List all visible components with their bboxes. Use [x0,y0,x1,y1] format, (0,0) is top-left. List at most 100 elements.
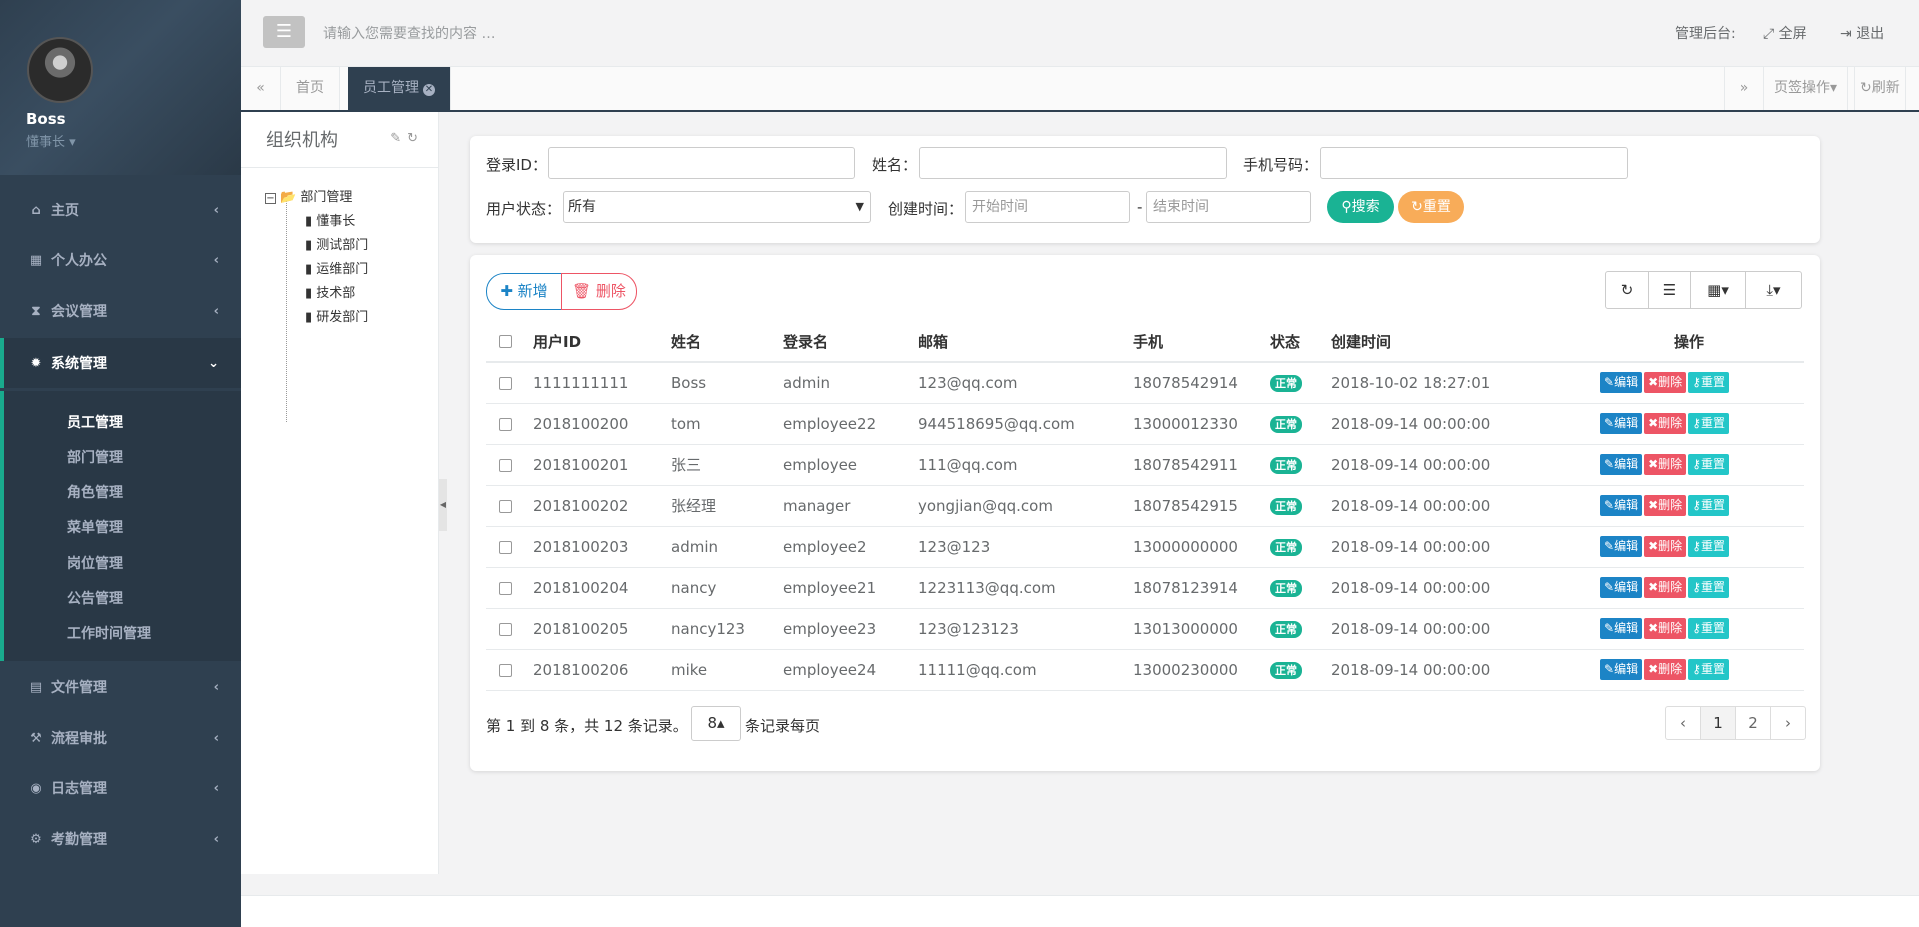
tree-node[interactable]: ▮ 技术部 [305,282,355,301]
select-all-checkbox[interactable] [499,335,512,348]
table-row[interactable]: 1111111111 Boss admin 123@qq.com 18078542914… [486,362,1804,404]
end-time-input[interactable]: 结束时间 [1146,191,1311,223]
table-row[interactable]: 2018100200 tom employee22 944518695@qq.com 1… [486,403,1804,445]
column-header-name[interactable]: 姓名 [671,321,783,363]
table-row[interactable]: 2018100206 mike employee24 11111@qq.com 1300… [486,649,1804,691]
search-button[interactable]: ⚲搜索 [1327,191,1394,223]
reset-password-button[interactable]: ⚷重置 [1688,577,1729,598]
profile-role-dropdown[interactable]: 懂事长 ▾ [26,131,76,150]
submenu-post[interactable]: 岗位管理 [67,553,123,573]
tree-node[interactable]: ▮ 测试部门 [305,234,368,253]
edit-row-button[interactable]: ✎编辑 [1600,536,1643,557]
login-id-input[interactable] [548,147,855,179]
column-header-created[interactable]: 创建时间 [1331,321,1574,363]
columns-dropdown-button[interactable]: ▦▾ [1690,271,1746,309]
submenu-employee[interactable]: 员工管理 [67,412,123,432]
tab-employee[interactable]: 员工管理 ✕ [348,67,451,110]
phone-input[interactable] [1320,147,1628,179]
page-1-button[interactable]: 1 [1700,706,1736,740]
next-page-button[interactable]: › [1770,706,1806,740]
delete-row-button[interactable]: ✖删除 [1644,372,1687,394]
reset-password-button[interactable]: ⚷重置 [1688,413,1729,434]
sidebar-item-meeting[interactable]: ⧗ 会议管理 ‹ [0,286,241,336]
delete-row-button[interactable]: ✖删除 [1644,536,1687,557]
delete-row-button[interactable]: ✖删除 [1644,454,1687,475]
tab-refresh-button[interactable]: ↻刷新 [1854,67,1906,110]
row-checkbox[interactable] [499,376,512,390]
fullscreen-button[interactable]: ⤢ 全屏 [1763,23,1807,43]
submenu-department[interactable]: 部门管理 [67,447,123,467]
delete-button[interactable]: 🗑 删除 [561,273,637,310]
delete-row-button[interactable]: ✖删除 [1644,659,1687,680]
submenu-worktime[interactable]: 工作时间管理 [67,623,151,643]
column-header-status[interactable]: 状态 [1270,321,1331,363]
row-checkbox[interactable] [499,458,512,472]
tree-node[interactable]: ▮ 运维部门 [305,258,368,277]
tab-ops-dropdown[interactable]: 页签操作▾ [1764,67,1849,110]
delete-row-button[interactable]: ✖删除 [1644,413,1687,434]
column-header-phone[interactable]: 手机 [1133,321,1270,363]
table-row[interactable]: 2018100201 张三 employee 111@qq.com 1807854291… [486,444,1804,486]
edit-row-button[interactable]: ✎编辑 [1600,372,1643,394]
sidebar-item-logs[interactable]: ◉ 日志管理 ‹ [0,763,241,813]
edit-row-button[interactable]: ✎编辑 [1600,495,1643,516]
column-header-email[interactable]: 邮箱 [918,321,1133,363]
column-header-login-name[interactable]: 登录名 [783,321,918,363]
submenu-menu[interactable]: 菜单管理 [67,517,123,537]
edit-row-button[interactable]: ✎编辑 [1600,577,1643,598]
refresh-table-button[interactable]: ↻ [1605,271,1649,309]
prev-page-button[interactable]: ‹ [1665,706,1701,740]
table-row[interactable]: 2018100204 nancy employee21 1223113@qq.com 1… [486,567,1804,609]
edit-row-button[interactable]: ✎编辑 [1600,413,1643,434]
name-input[interactable] [919,147,1227,179]
table-row[interactable]: 2018100203 admin employee2 123@123 130000000… [486,526,1804,568]
submenu-role[interactable]: 角色管理 [67,482,123,502]
edit-row-button[interactable]: ✎编辑 [1600,454,1643,475]
status-select[interactable]: 所有 ▼ [563,191,871,223]
submenu-notice[interactable]: 公告管理 [67,588,123,608]
logout-button[interactable]: ⇥ 退出 [1840,23,1884,43]
row-checkbox[interactable] [499,663,512,677]
column-header-user-id[interactable]: 用户ID [533,321,671,363]
row-checkbox[interactable] [499,540,512,554]
table-row[interactable]: 2018100202 张经理 manager yongjian@qq.com 18078… [486,485,1804,527]
reset-password-button[interactable]: ⚷重置 [1688,618,1729,639]
reset-button[interactable]: ↻重置 [1398,191,1464,223]
edit-row-button[interactable]: ✎编辑 [1600,659,1643,680]
tab-scroll-left-button[interactable]: « [241,67,281,110]
global-search-input[interactable]: 请输入您需要查找的内容 … [323,23,495,43]
refresh-icon[interactable]: ↻ [407,131,424,146]
reset-password-button[interactable]: ⚷重置 [1688,536,1729,557]
start-time-input[interactable]: 开始时间 [965,191,1130,223]
row-checkbox[interactable] [499,417,512,431]
edit-icon[interactable]: ✎ [390,131,407,146]
tree-node[interactable]: ▮ 懂事长 [305,210,355,229]
row-checkbox[interactable] [499,622,512,636]
sidebar-item-home[interactable]: ⌂ 主页 ‹ [0,185,241,235]
delete-row-button[interactable]: ✖删除 [1644,618,1687,639]
sidebar-item-office[interactable]: ▦ 个人办公 ‹ [0,235,241,285]
row-checkbox[interactable] [499,499,512,513]
reset-password-button[interactable]: ⚷重置 [1688,495,1729,516]
table-row[interactable]: 2018100205 nancy123 employee23 123@123123 13… [486,608,1804,650]
tab-scroll-right-button[interactable]: » [1724,67,1764,110]
tab-home[interactable]: 首页 [281,67,340,110]
tree-root-node[interactable]: − 📂 部门管理 [265,186,352,205]
delete-row-button[interactable]: ✖删除 [1644,495,1687,516]
panel-collapse-handle[interactable]: ◀ [439,479,447,531]
page-2-button[interactable]: 2 [1735,706,1771,740]
sidebar-item-approval[interactable]: ⚒ 流程审批 ‹ [0,713,241,763]
reset-password-button[interactable]: ⚷重置 [1688,659,1729,680]
close-icon[interactable]: ✕ [423,84,435,96]
avatar[interactable] [27,37,93,103]
toggle-view-button[interactable]: ☰ [1648,271,1691,309]
collapse-icon[interactable]: − [265,193,276,204]
reset-password-button[interactable]: ⚷重置 [1688,454,1729,475]
sidebar-item-system[interactable]: ✹ 系统管理 ⌄ [0,338,241,388]
sidebar-item-attendance[interactable]: ⚙ 考勤管理 ‹ [0,814,241,864]
sidebar-item-files[interactable]: ▤ 文件管理 ‹ [0,662,241,712]
page-size-dropdown[interactable]: 8▴ [691,706,741,741]
menu-toggle-button[interactable]: ☰ [263,16,305,48]
tree-node[interactable]: ▮ 研发部门 [305,306,368,325]
row-checkbox[interactable] [499,581,512,595]
